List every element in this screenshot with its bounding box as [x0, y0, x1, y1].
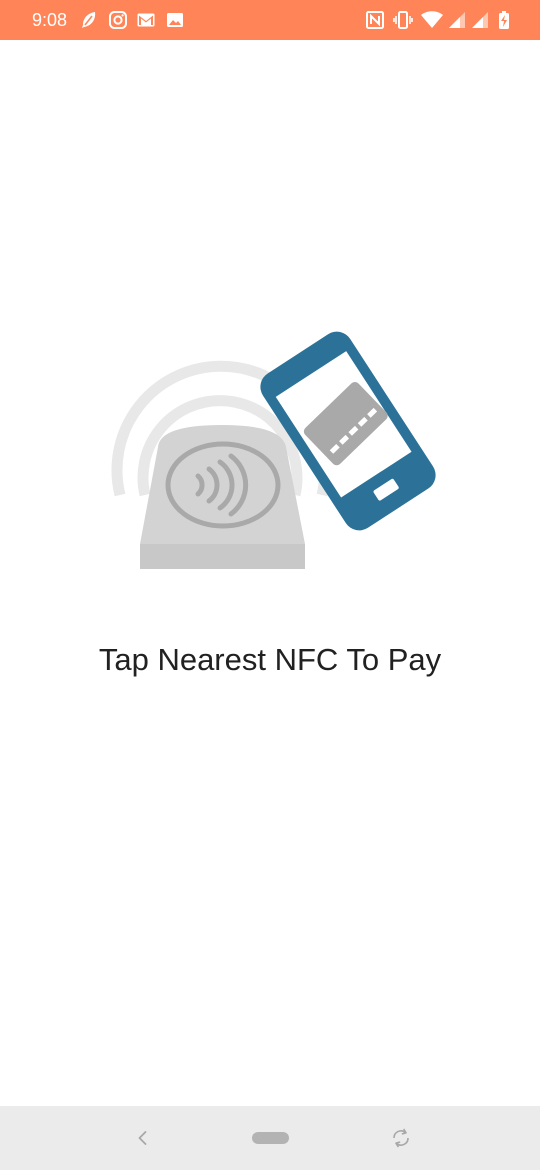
rotate-icon[interactable]: [390, 1127, 412, 1149]
battery-charging-icon: [499, 11, 509, 29]
gmail-icon: [137, 13, 155, 27]
wifi-icon: [421, 11, 443, 28]
instagram-icon: [109, 11, 127, 29]
status-bar: 9:08: [0, 0, 540, 40]
status-time: 9:08: [32, 10, 68, 30]
navigation-bar: [0, 1106, 540, 1170]
signal-icon: [449, 12, 465, 28]
nfc-payment-illustration: [111, 331, 436, 569]
image-icon: [167, 13, 183, 27]
vibrate-icon: [393, 11, 413, 29]
back-icon[interactable]: [133, 1128, 153, 1148]
signal-icon: [472, 12, 488, 28]
nfc-icon: [366, 11, 384, 29]
home-pill[interactable]: [252, 1132, 289, 1144]
feather-icon: [82, 12, 96, 28]
nfc-prompt-text: Tap Nearest NFC To Pay: [98, 642, 442, 677]
nfc-terminal: [140, 425, 305, 569]
